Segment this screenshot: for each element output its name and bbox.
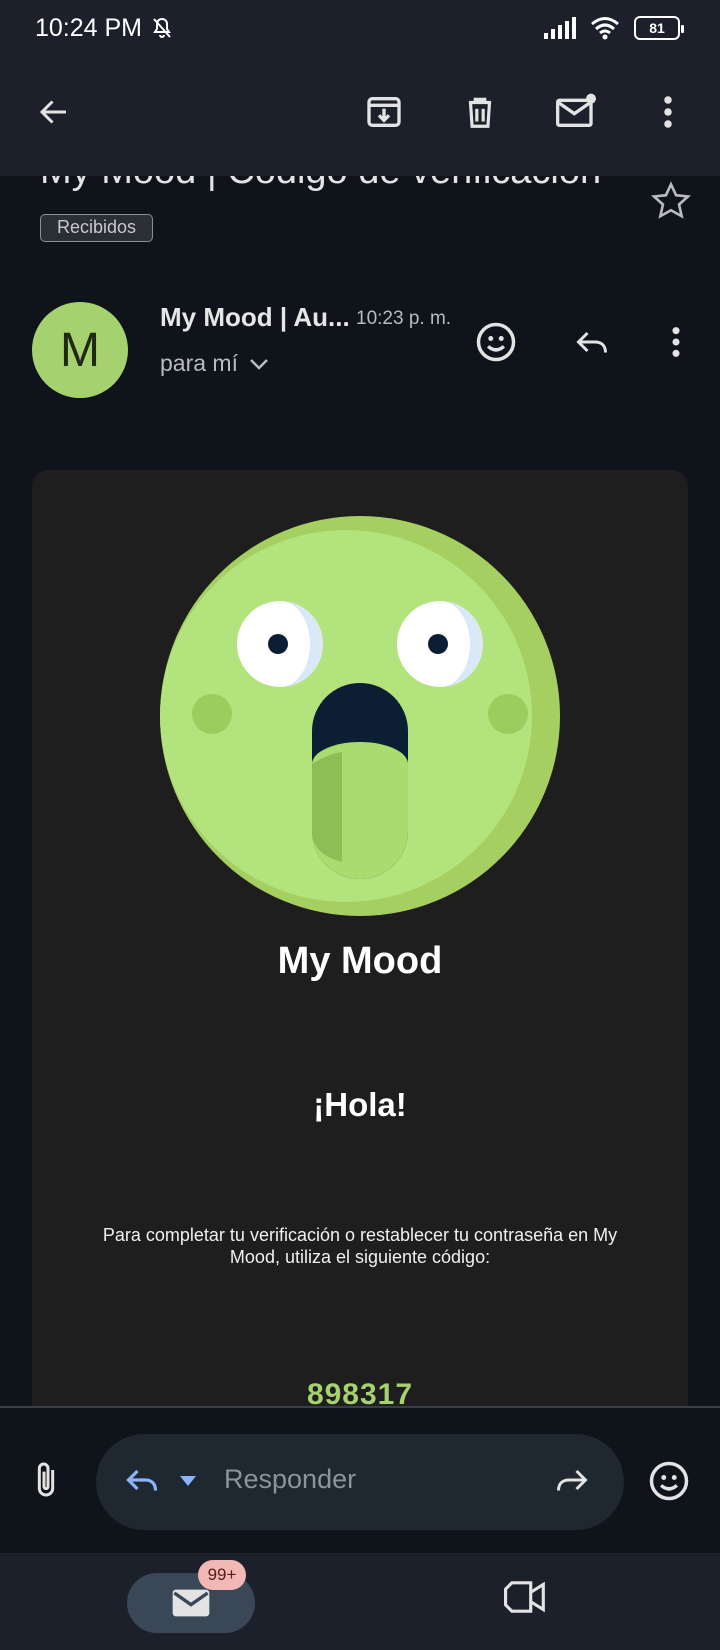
bottom-navigation: 99+ xyxy=(0,1553,720,1650)
attach-button[interactable] xyxy=(26,1458,66,1507)
star-icon xyxy=(650,181,692,219)
surprised-face-logo xyxy=(160,516,560,916)
caret-down-icon xyxy=(180,1476,196,1486)
more-vert-icon xyxy=(664,96,672,128)
reply-icon xyxy=(576,331,607,353)
nav-meet-tab[interactable] xyxy=(504,1579,548,1620)
video-camera-icon xyxy=(504,1581,545,1613)
reply-type-button[interactable] xyxy=(122,1462,162,1503)
app-bar xyxy=(0,56,720,176)
mark-unread-icon xyxy=(556,93,596,128)
label-chip-inbox[interactable]: Recibidos xyxy=(40,214,154,242)
add-reaction-button[interactable] xyxy=(472,318,520,366)
delete-button[interactable] xyxy=(456,88,504,136)
reply-icon xyxy=(126,1469,158,1491)
back-arrow-icon xyxy=(39,100,66,124)
battery-indicator: 81 xyxy=(634,16,684,40)
forward-button[interactable] xyxy=(552,1462,592,1503)
message-more-button[interactable] xyxy=(652,318,700,366)
unread-count-badge: 99+ xyxy=(198,1560,246,1590)
emoji-button[interactable] xyxy=(648,1460,690,1507)
archive-button[interactable] xyxy=(360,88,408,136)
bell-off-icon xyxy=(153,17,171,38)
forward-icon xyxy=(557,1469,588,1491)
sender-name[interactable]: My Mood | Au... xyxy=(160,302,350,333)
wifi-icon xyxy=(591,17,619,40)
email-message-text: Para completar tu verificación o restabl… xyxy=(102,1225,618,1267)
sender-avatar[interactable]: M xyxy=(32,302,128,398)
mark-unread-button[interactable] xyxy=(552,88,600,136)
email-greeting: ¡Hola! xyxy=(313,1086,407,1123)
recipient-label: para mí xyxy=(160,350,238,376)
status-time: 10:24 PM xyxy=(35,13,143,42)
signal-icon xyxy=(544,17,576,39)
star-button[interactable] xyxy=(650,180,692,227)
reply-type-dropdown[interactable] xyxy=(178,1474,198,1493)
reply-button[interactable] xyxy=(568,318,616,366)
mail-icon xyxy=(172,1589,210,1617)
reply-placeholder[interactable]: Responder xyxy=(224,1464,356,1495)
email-brand-title: My Mood xyxy=(277,940,443,982)
more-vert-icon xyxy=(672,327,680,357)
chevron-down-icon xyxy=(250,358,268,370)
reply-compose-box[interactable]: Responder xyxy=(96,1434,624,1530)
back-button[interactable] xyxy=(30,88,78,136)
delete-icon xyxy=(468,97,492,128)
email-time: 10:23 p. m. xyxy=(356,308,452,329)
more-options-button[interactable] xyxy=(644,88,692,136)
email-body-card: My Mood ¡Hola! Para completar tu verific… xyxy=(32,470,688,1430)
emoji-icon xyxy=(476,322,516,362)
status-bar: 10:24 PM 81 xyxy=(0,0,720,56)
paperclip-icon xyxy=(37,1462,55,1497)
archive-icon xyxy=(367,97,401,127)
recipient-details-toggle[interactable]: para mí xyxy=(160,350,270,377)
emoji-icon xyxy=(649,1461,689,1501)
